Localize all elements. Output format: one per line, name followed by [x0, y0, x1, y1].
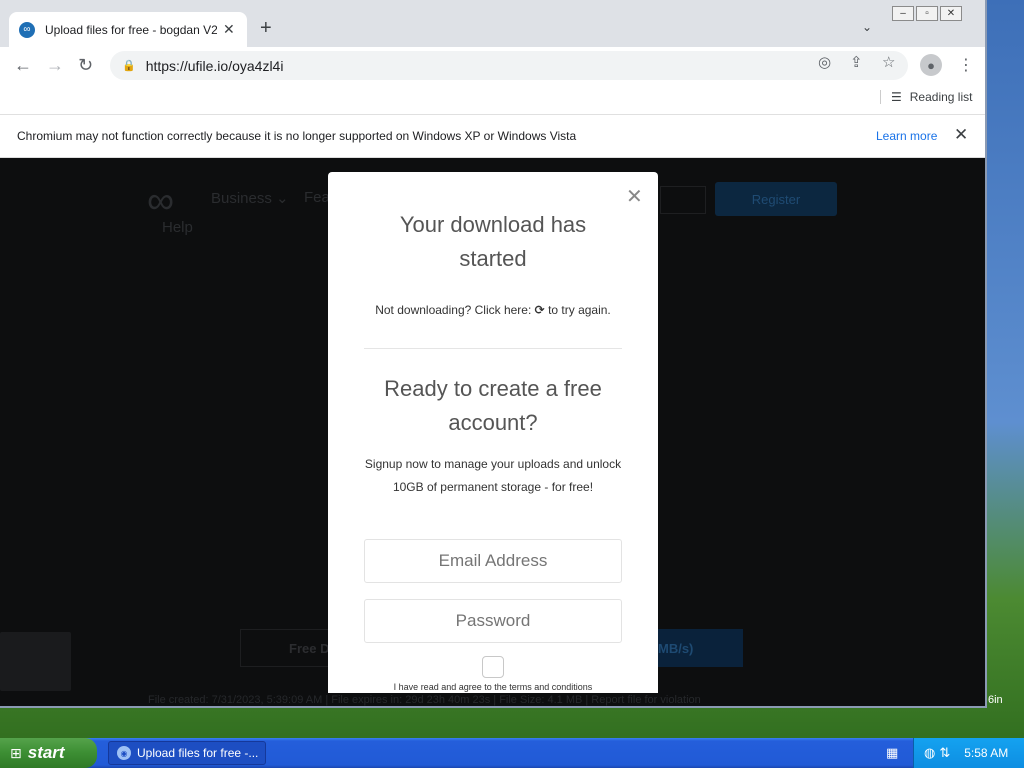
- download-modal: ✕ Your download has started Not download…: [328, 172, 658, 693]
- learn-more-link[interactable]: Learn more: [876, 129, 937, 143]
- taskbar-item-browser[interactable]: ◉ Upload files for free -...: [108, 741, 266, 765]
- profile-avatar-icon[interactable]: ●: [920, 54, 942, 76]
- url-text: https://ufile.io/oya4zl4i: [145, 57, 284, 74]
- maximize-icon[interactable]: ▫: [916, 6, 938, 21]
- tab-close-icon[interactable]: ✕: [223, 21, 235, 38]
- terms-checkbox[interactable]: [482, 656, 504, 678]
- security-icon[interactable]: ◍: [924, 745, 935, 761]
- keyboard-icon[interactable]: ▦: [886, 745, 898, 761]
- kebab-menu-icon[interactable]: ⋮: [958, 55, 974, 75]
- create-account-heading: Ready to create a free account?: [384, 376, 602, 435]
- network-icon[interactable]: ⇅: [939, 745, 950, 761]
- file-info-footer: File created: 7/31/2023, 5:39:09 AM | Fi…: [148, 694, 701, 706]
- system-tray: ◍ ⇅ 5:58 AM: [913, 738, 1024, 768]
- retry-icon[interactable]: ⟳: [535, 303, 545, 317]
- unsupported-os-infobar: Chromium may not function correctly beca…: [0, 116, 985, 158]
- bookmarks-bar: ☰ Reading list: [0, 84, 985, 115]
- tab-search-chevron-icon[interactable]: ⌄: [862, 20, 872, 34]
- tab-strip: ∞ Upload files for free - bogdan V2.zip …: [0, 0, 985, 47]
- infobar-close-icon[interactable]: ✕: [954, 125, 968, 145]
- address-bar[interactable]: 🔒 https://ufile.io/oya4zl4i: [110, 51, 908, 80]
- recaptcha-badge: [0, 632, 71, 691]
- nav-features[interactable]: Fea: [304, 189, 330, 206]
- password-field[interactable]: [364, 599, 622, 643]
- login-field[interactable]: [660, 186, 706, 214]
- minimize-icon[interactable]: –: [892, 6, 914, 21]
- fast-download-button[interactable]: MB/s): [658, 629, 743, 667]
- infobar-message: Chromium may not function correctly beca…: [17, 129, 577, 143]
- reading-list-icon: ☰: [891, 90, 902, 104]
- back-icon[interactable]: ←: [14, 55, 32, 75]
- window-controls: – ▫ ✕: [892, 6, 962, 21]
- modal-divider: [364, 348, 622, 349]
- forward-icon[interactable]: →: [46, 55, 64, 75]
- nav-business[interactable]: Business ⌄: [211, 189, 289, 207]
- modal-close-icon[interactable]: ✕: [626, 184, 643, 209]
- ufile-logo-icon: ∞: [19, 21, 35, 38]
- terms-label: I have read and agree to the terms and c…: [393, 682, 593, 692]
- browser-toolbar: ← → ↻ 🔒 https://ufile.io/oya4zl4i ◎ ⇪ ☆ …: [0, 47, 985, 84]
- email-field[interactable]: [364, 539, 622, 583]
- register-button[interactable]: Register: [715, 182, 837, 216]
- reload-icon[interactable]: ↻: [78, 55, 93, 75]
- reading-list-label: Reading list: [909, 90, 973, 104]
- taskbar: ⊞ start ◉ Upload files for free -... ▦ ◍…: [0, 738, 1024, 768]
- site-logo-icon: ∞: [147, 180, 175, 222]
- close-window-icon[interactable]: ✕: [940, 6, 962, 21]
- bookmark-star-icon[interactable]: ☆: [882, 53, 895, 71]
- signup-description: Signup now to manage your uploads and un…: [364, 457, 622, 494]
- chromium-icon: ◉: [117, 746, 131, 760]
- retry-line: Not downloading? Click here: ⟳ to try ag…: [375, 303, 611, 317]
- browser-tab[interactable]: ∞ Upload files for free - bogdan V2.zip …: [9, 12, 247, 47]
- tracking-protection-icon[interactable]: ◎: [818, 53, 831, 71]
- download-started-heading: Your download has started: [399, 212, 587, 271]
- free-download-button[interactable]: Free D: [240, 629, 330, 667]
- share-icon[interactable]: ⇪: [850, 53, 863, 71]
- clock: 5:58 AM: [964, 746, 1009, 760]
- windows-flag-icon: ⊞: [10, 744, 22, 761]
- new-tab-icon[interactable]: +: [260, 18, 272, 38]
- tab-title: Upload files for free - bogdan V2.zip: [45, 22, 217, 37]
- nav-help[interactable]: Help: [162, 219, 193, 236]
- lock-icon[interactable]: 🔒: [122, 59, 136, 72]
- start-button[interactable]: ⊞ start: [0, 738, 97, 768]
- desktop-label: 6in: [988, 694, 1003, 706]
- reading-list-button[interactable]: ☰ Reading list: [880, 90, 972, 104]
